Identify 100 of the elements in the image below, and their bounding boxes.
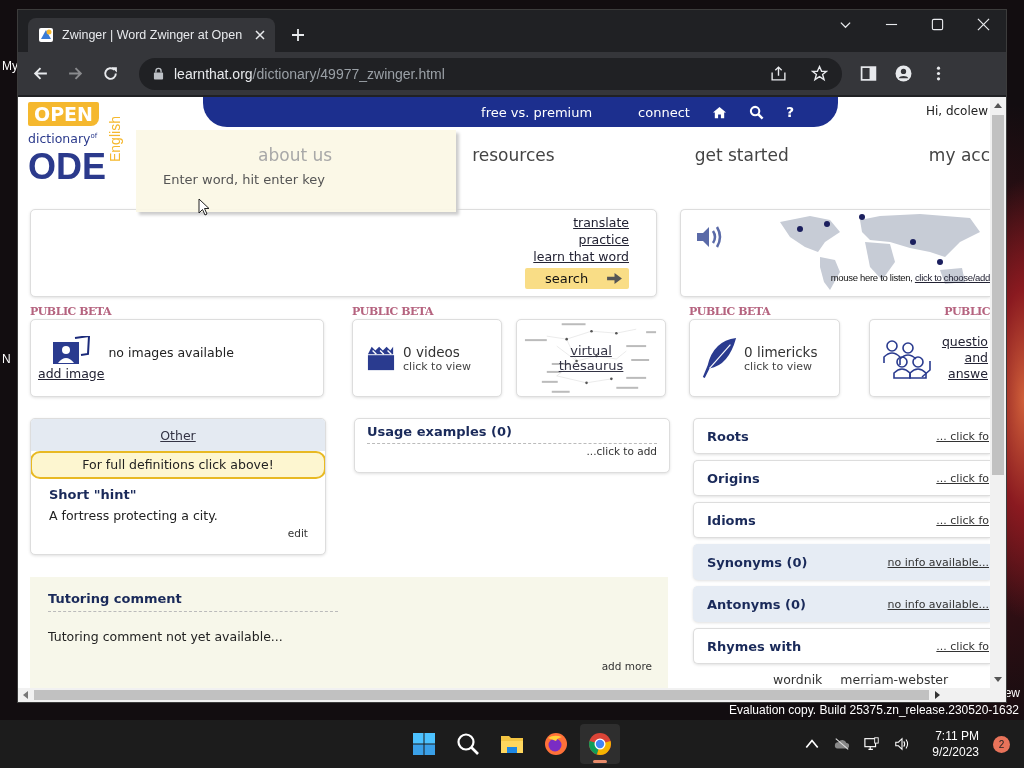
dictionary-source-link[interactable]: wordnik (773, 672, 823, 687)
feature-card[interactable]: add image no images available (30, 319, 325, 397)
top-nav-link[interactable]: connect (638, 104, 690, 120)
taskbar-app[interactable] (580, 724, 620, 764)
no-images-text: no images available (108, 344, 234, 360)
hint-text: A fortress protecting a city. (49, 508, 219, 523)
section-link[interactable]: ... click fo (936, 639, 989, 653)
search-option-link[interactable]: translate (573, 214, 629, 231)
section-title: Synonyms (0) (707, 554, 808, 570)
add-image-link[interactable]: add image (38, 365, 105, 381)
help-link[interactable]: ? (785, 104, 794, 120)
browser-tab[interactable]: Zwinger | Word Zwinger at Open (28, 18, 275, 52)
info-section-row[interactable]: Roots ... click fo (693, 418, 990, 454)
star-icon[interactable] (811, 65, 828, 82)
add-more-link[interactable]: add more (601, 660, 652, 672)
dictionary-source-link[interactable]: merriam-webster (840, 672, 949, 687)
horizontal-scrollbar[interactable] (18, 688, 1006, 702)
section-link[interactable]: no info available... (887, 597, 989, 611)
public-beta-label: PUBLIC BETA (30, 305, 113, 319)
reload-icon[interactable] (102, 65, 119, 82)
section-title: Idioms (707, 512, 756, 528)
user-greeting[interactable]: Hi, dcolew (925, 104, 990, 118)
section-title: Rhymes with (707, 638, 802, 654)
back-arrow-icon[interactable] (32, 65, 49, 82)
clock-date: 9/2/2023 (932, 744, 979, 760)
feature-card[interactable]: questio and answe (869, 319, 990, 397)
feature-card[interactable]: virtual thesaurus (516, 319, 667, 397)
main-nav-link[interactable]: resources (472, 145, 555, 165)
browser-icon (588, 732, 612, 756)
main-nav-link[interactable]: get started (694, 145, 789, 165)
tutoring-heading: Tutoring comment (48, 591, 338, 612)
definitions-notice: For full definitions click above! (31, 451, 325, 479)
url-text: learnthat.org/dictionary/49977_zwinger.html (174, 65, 446, 82)
search-icon[interactable] (748, 104, 764, 120)
top-nav-link[interactable]: free vs. premium (481, 104, 593, 120)
info-section-row[interactable]: Rhymes with ... click fo (693, 628, 990, 664)
site-favicon-icon (38, 27, 54, 43)
clapperboard-icon (367, 344, 396, 372)
info-section-row[interactable]: Antonyms (0) no info available... (693, 586, 990, 622)
section-title: Origins (707, 470, 760, 486)
click-to-view-text: click to view (403, 359, 471, 373)
network-icon[interactable] (864, 736, 881, 752)
new-tab-icon[interactable] (291, 28, 305, 42)
count-label: 0 videos (403, 343, 461, 360)
search-option-link[interactable]: learn that word (533, 248, 629, 265)
vertical-scrollbar[interactable] (990, 97, 1006, 688)
notification-badge[interactable]: 2 (993, 735, 1010, 753)
tab-title: Zwinger | Word Zwinger at Open (62, 28, 244, 42)
address-bar[interactable]: learnthat.org/dictionary/49977_zwinger.html (139, 57, 842, 90)
count-label: 0 limericks (744, 343, 818, 360)
lock-icon (153, 67, 164, 80)
listen-hint: mouse here to listen, click to choose/add (830, 272, 990, 283)
public-beta-label: PUBLIC BETA (352, 305, 435, 319)
picture-icon (51, 335, 92, 366)
section-link[interactable]: no info available... (887, 555, 989, 569)
click-to-add-link[interactable]: ...click to add (586, 445, 657, 457)
hint-heading: Short "hint" (49, 487, 138, 502)
desktop-icon-label[interactable]: My (2, 59, 18, 73)
edit-link[interactable]: edit (287, 527, 308, 539)
profile-icon[interactable] (895, 65, 912, 82)
search-button[interactable]: search (525, 268, 629, 289)
section-title: Antonyms (0) (707, 596, 806, 612)
close-icon[interactable] (977, 18, 990, 31)
section-link[interactable]: ... click fo (936, 513, 989, 527)
desktop-icon-label[interactable]: N (2, 352, 11, 366)
fox-globe-icon (544, 732, 568, 756)
section-title: Roots (707, 428, 749, 444)
arrow-right-icon (606, 272, 623, 285)
main-nav-link[interactable]: my acc (928, 145, 990, 165)
forward-arrow-icon[interactable] (67, 65, 84, 82)
section-link[interactable]: ... click fo (936, 471, 989, 485)
clock[interactable]: 7:11 PM 9/2/2023 (932, 728, 979, 760)
public-beta-label: PUBLIC (944, 305, 990, 319)
share-icon[interactable] (770, 65, 787, 82)
feature-card[interactable]: 0 videos click to view (352, 319, 503, 397)
virtual-thesaurus-link[interactable]: virtual thesaurus (546, 343, 637, 373)
feature-card[interactable]: 0 limericks click to view (689, 319, 840, 397)
close-tab-icon[interactable] (255, 30, 265, 40)
info-section-row[interactable]: Idioms ... click fo (693, 502, 990, 538)
tutoring-text: Tutoring comment not yet available... (48, 629, 284, 644)
build-notice: Evaluation copy. Build 25375.zn_release.230520-1632 (729, 703, 1019, 717)
public-beta-label: PUBLIC BETA (689, 305, 772, 319)
choose-accent-link[interactable]: click to choose/add (914, 272, 990, 283)
info-section-row[interactable]: Origins ... click fo (693, 460, 990, 496)
info-section-row[interactable]: Synonyms (0) no info available... (693, 544, 990, 580)
home-icon[interactable] (711, 104, 727, 120)
cloud-off-icon[interactable] (834, 736, 851, 752)
scroll-left-icon[interactable] (22, 691, 28, 699)
volume-icon[interactable] (894, 736, 911, 752)
section-link[interactable]: ... click fo (936, 429, 989, 443)
scroll-down-icon[interactable] (994, 677, 1002, 683)
maximize-icon[interactable] (931, 18, 944, 31)
side-panel-icon[interactable] (860, 65, 877, 82)
other-tab-link[interactable]: Other (160, 427, 196, 443)
scroll-up-icon[interactable] (994, 102, 1002, 108)
questions-answers-link[interactable]: questio and answe (932, 334, 988, 382)
feather-icon (700, 337, 739, 379)
scroll-right-icon[interactable] (935, 691, 941, 699)
search-icon (456, 732, 480, 756)
search-option-link[interactable]: practice (578, 231, 629, 248)
